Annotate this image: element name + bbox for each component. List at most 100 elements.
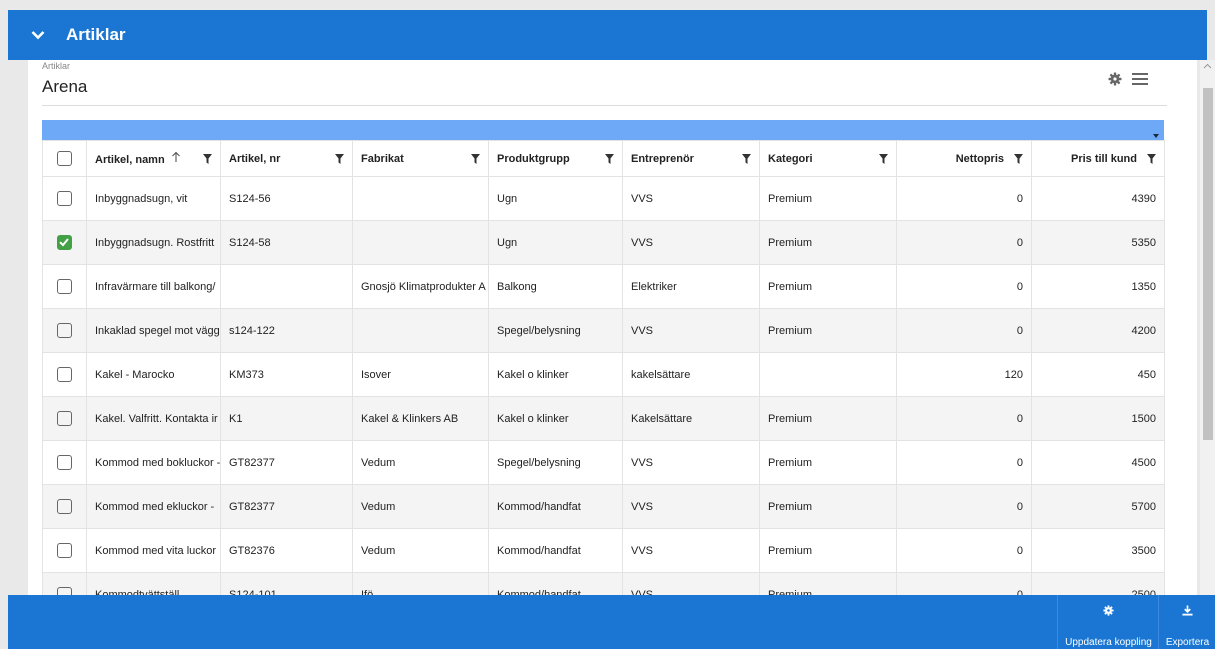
sort-up-arrow-icon[interactable] (171, 151, 181, 163)
table-cell: Ifö (352, 572, 489, 595)
row-checkbox-cell[interactable] (42, 220, 87, 265)
row-checkbox[interactable] (57, 279, 72, 294)
update-link-button[interactable]: Uppdatera koppling (1057, 595, 1159, 649)
table-cell: Kakel o klinker (488, 352, 623, 397)
row-checkbox[interactable] (57, 235, 72, 250)
scroll-up-arrow-icon[interactable] (1203, 62, 1212, 70)
column-header-label: Produktgrupp (497, 152, 570, 165)
column-header[interactable]: Entreprenör (622, 140, 760, 177)
table-row[interactable]: Kommod med bokluckor - GT82377 Vedum Spegel… (42, 440, 1165, 485)
table-cell: Kommod med bokluckor - (86, 440, 221, 485)
select-all-checkbox-cell[interactable] (42, 140, 87, 177)
vertical-scrollbar[interactable] (1200, 60, 1215, 595)
filter-icon[interactable] (1014, 153, 1023, 164)
table-cell: Balkong (488, 264, 623, 309)
column-header[interactable]: Artikel, namn (86, 140, 221, 177)
table-cell: 0 (896, 264, 1032, 309)
row-checkbox-cell[interactable] (42, 572, 87, 595)
table-cell: kakelsättare (622, 352, 760, 397)
chevron-down-icon[interactable] (30, 27, 46, 43)
panel-name: Arena (42, 77, 88, 96)
table-row[interactable]: Infravärmare till balkong/Gnosjö Klimatp… (42, 264, 1165, 309)
table-cell: GT82377 (220, 440, 353, 485)
table-cell: Kakel - Marocko (86, 352, 221, 397)
column-header[interactable]: Artikel, nr (220, 140, 353, 177)
table-cell: Spegel/belysning (488, 440, 623, 485)
scrollbar-thumb[interactable] (1203, 88, 1213, 440)
table-cell: S124-101 (220, 572, 353, 595)
filter-icon[interactable] (742, 153, 751, 164)
row-checkbox[interactable] (57, 191, 72, 206)
gear-icon[interactable] (1106, 70, 1124, 88)
divider (42, 105, 1167, 106)
table-cell: Vedum (352, 484, 489, 529)
row-checkbox[interactable] (57, 587, 72, 595)
row-checkbox-cell[interactable] (42, 264, 87, 309)
filter-icon[interactable] (605, 153, 614, 164)
table-row[interactable]: Kakel. Valfritt. Kontakta ir K1 Kakel & Kl… (42, 396, 1165, 441)
table-cell: Kakel & Klinkers AB (352, 396, 489, 441)
filter-icon[interactable] (471, 153, 480, 164)
table-cell: Isover (352, 352, 489, 397)
table-cell: 2500 (1031, 572, 1165, 595)
row-checkbox[interactable] (57, 455, 72, 470)
table-cell: Premium (759, 264, 897, 309)
table-cell: 4390 (1031, 176, 1165, 221)
filter-icon[interactable] (1147, 153, 1156, 164)
row-checkbox[interactable] (57, 323, 72, 338)
group-bar[interactable] (42, 120, 1164, 140)
table-cell: Premium (759, 440, 897, 485)
table-cell: Elektriker (622, 264, 760, 309)
row-checkbox-cell[interactable] (42, 440, 87, 485)
menu-icon[interactable] (1131, 70, 1149, 88)
table-cell: 120 (896, 352, 1032, 397)
export-button[interactable]: Exportera (1158, 595, 1215, 649)
table-cell: S124-58 (220, 220, 353, 265)
caret-down-icon[interactable] (1152, 126, 1160, 138)
row-checkbox-cell[interactable] (42, 396, 87, 441)
table-row[interactable]: Kommod med vita luckor GT82376 Vedum Kommod… (42, 528, 1165, 573)
column-header[interactable]: Fabrikat (352, 140, 489, 177)
row-checkbox[interactable] (57, 543, 72, 558)
column-header[interactable]: Pris till kund (1031, 140, 1165, 177)
row-checkbox-cell[interactable] (42, 308, 87, 353)
row-checkbox[interactable] (57, 499, 72, 514)
footer-bar: Uppdatera koppling Exportera (8, 595, 1215, 649)
table-row[interactable]: Kommod med ekluckor - GT82377 Vedum Kommod… (42, 484, 1165, 529)
table-cell: VVS (622, 572, 760, 595)
table-cell: 0 (896, 440, 1032, 485)
row-checkbox-cell[interactable] (42, 352, 87, 397)
table-cell (759, 352, 897, 397)
table-cell: GT82376 (220, 528, 353, 573)
row-checkbox[interactable] (57, 367, 72, 382)
select-all-checkbox[interactable] (57, 151, 72, 166)
table-row[interactable]: Kakel - Marocko KM373 Isover Kakel o klinke… (42, 352, 1165, 397)
table-cell (352, 176, 489, 221)
table-row[interactable]: Inbyggnadsugn, vit S124-56 Ugn VVS Premium 0 4… (42, 176, 1165, 221)
column-header[interactable]: Nettopris (896, 140, 1032, 177)
articles-panel: Artiklar Arena Artikel, namn Artikel, nr… (28, 60, 1197, 595)
column-header[interactable]: Produktgrupp (488, 140, 623, 177)
table-cell (352, 308, 489, 353)
row-checkbox-cell[interactable] (42, 176, 87, 221)
filter-icon[interactable] (335, 153, 344, 164)
row-checkbox-cell[interactable] (42, 484, 87, 529)
table-cell: 0 (896, 396, 1032, 441)
row-checkbox[interactable] (57, 411, 72, 426)
table-row[interactable]: Kommodtvättställ S124-101 Ifö Kommod/handfa… (42, 572, 1165, 595)
table-cell: Kommod med ekluckor - (86, 484, 221, 529)
table-cell: Kommod/handfat (488, 484, 623, 529)
table-cell: 1350 (1031, 264, 1165, 309)
column-header-label: Nettopris (955, 152, 1004, 165)
table-cell (352, 220, 489, 265)
grid-body: Inbyggnadsugn, vit S124-56 Ugn VVS Premium 0 4… (42, 176, 1165, 595)
column-header[interactable]: Kategori (759, 140, 897, 177)
table-cell: Kakelsättare (622, 396, 760, 441)
table-row[interactable]: Inbyggnadsugn. Rostfritt S124-58 Ugn VVS Pre… (42, 220, 1165, 265)
row-checkbox-cell[interactable] (42, 528, 87, 573)
table-cell: Spegel/belysning (488, 308, 623, 353)
column-header-label: Fabrikat (361, 152, 404, 165)
filter-icon[interactable] (879, 153, 888, 164)
table-row[interactable]: Inkaklad spegel mot vägg s124-122 Spegel/b… (42, 308, 1165, 353)
filter-icon[interactable] (203, 153, 212, 164)
